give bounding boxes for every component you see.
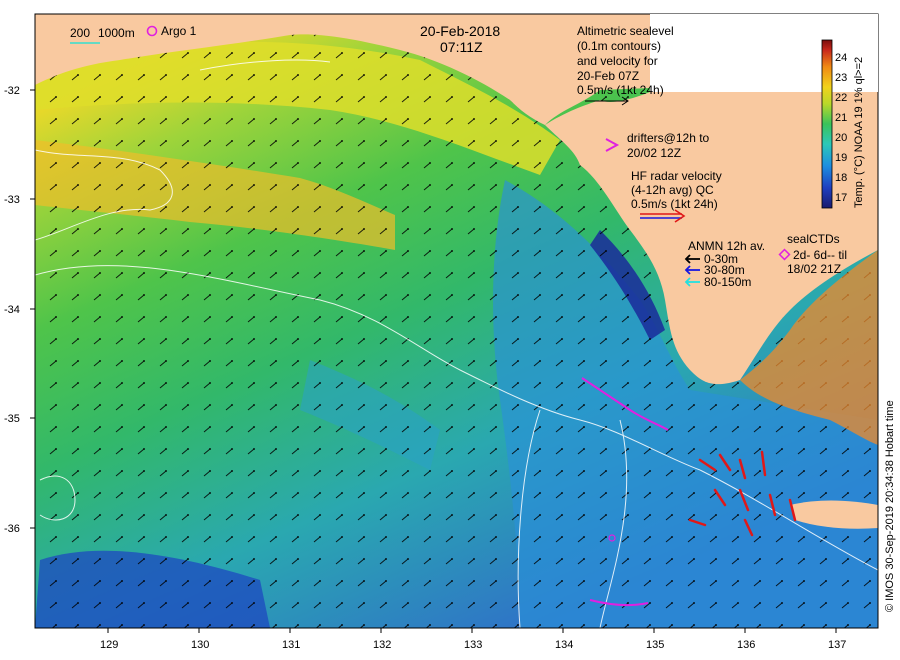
lon-tick-130: 130 xyxy=(191,639,209,651)
colorbar xyxy=(821,39,833,209)
lon-tick-133: 133 xyxy=(464,639,482,651)
credit-text: © IMOS 30-Sep-2019 20:34:38 Hobart time xyxy=(884,400,896,612)
altimetry-line2: (0.1m contours) xyxy=(577,39,661,53)
anmn-title: ANMN 12h av. xyxy=(688,239,765,253)
map-time: 07:11Z xyxy=(440,39,483,55)
lat-tick-33: -33 xyxy=(4,194,20,206)
hf-radar-line1: HF radar velocity xyxy=(631,169,722,183)
hf-radar-line3: 0.5m/s (1kt 24h) xyxy=(631,197,718,211)
altimetry-line1: Altimetric sealevel xyxy=(577,24,674,38)
seal-title: sealCTDs xyxy=(787,232,840,246)
lon-tick-134: 134 xyxy=(555,639,573,651)
lon-tick-131: 131 xyxy=(282,639,300,651)
lon-tick-136: 136 xyxy=(737,639,755,651)
lon-axis xyxy=(107,628,837,633)
lat-tick-35: -35 xyxy=(4,413,20,425)
sst-map: -32 -33 -34 -35 -36 129 130 131 132 133 … xyxy=(4,13,896,651)
lat-tick-36: -36 xyxy=(4,523,20,535)
seal-line2: 18/02 21Z xyxy=(787,262,841,276)
lat-tick-32: -32 xyxy=(4,85,20,97)
altimetry-line5: 0.5m/s (1kt 24h) xyxy=(577,83,664,97)
colorbar-tick-17: 17 xyxy=(835,192,847,204)
drifters-line2: 20/02 12Z xyxy=(627,146,681,160)
lon-tick-129: 129 xyxy=(100,639,118,651)
lon-tick-137: 137 xyxy=(828,639,846,651)
colorbar-tick-21: 21 xyxy=(835,112,847,124)
colorbar-tick-23: 23 xyxy=(835,72,847,84)
lon-tick-132: 132 xyxy=(373,639,391,651)
colorbar-tick-24: 24 xyxy=(835,52,847,64)
altimetry-line3: and velocity for xyxy=(577,54,658,68)
anmn-label-80-150: 80-150m xyxy=(704,275,751,289)
colorbar-tick-18: 18 xyxy=(835,172,847,184)
colorbar-label: Temp. (°C) NOAA 19 1% ql>=2 xyxy=(853,57,865,208)
scale-200-label: 200 xyxy=(70,26,90,40)
map-date: 20-Feb-2018 xyxy=(420,23,500,39)
lat-axis xyxy=(30,89,35,529)
seal-line1: 2d- 6d-- til xyxy=(793,248,847,262)
scale-1000-label: 1000m xyxy=(98,26,135,40)
lat-tick-34: -34 xyxy=(4,304,20,316)
hf-radar-line2: (4-12h avg) QC xyxy=(631,183,714,197)
colorbar-tick-22: 22 xyxy=(835,92,847,104)
colorbar-tick-19: 19 xyxy=(835,152,847,164)
lon-tick-135: 135 xyxy=(646,639,664,651)
argo-label: Argo 1 xyxy=(161,24,197,38)
drifters-line1: drifters@12h to xyxy=(627,131,710,145)
altimetry-line4: 20-Feb 07Z xyxy=(577,69,639,83)
colorbar-tick-20: 20 xyxy=(835,132,847,144)
